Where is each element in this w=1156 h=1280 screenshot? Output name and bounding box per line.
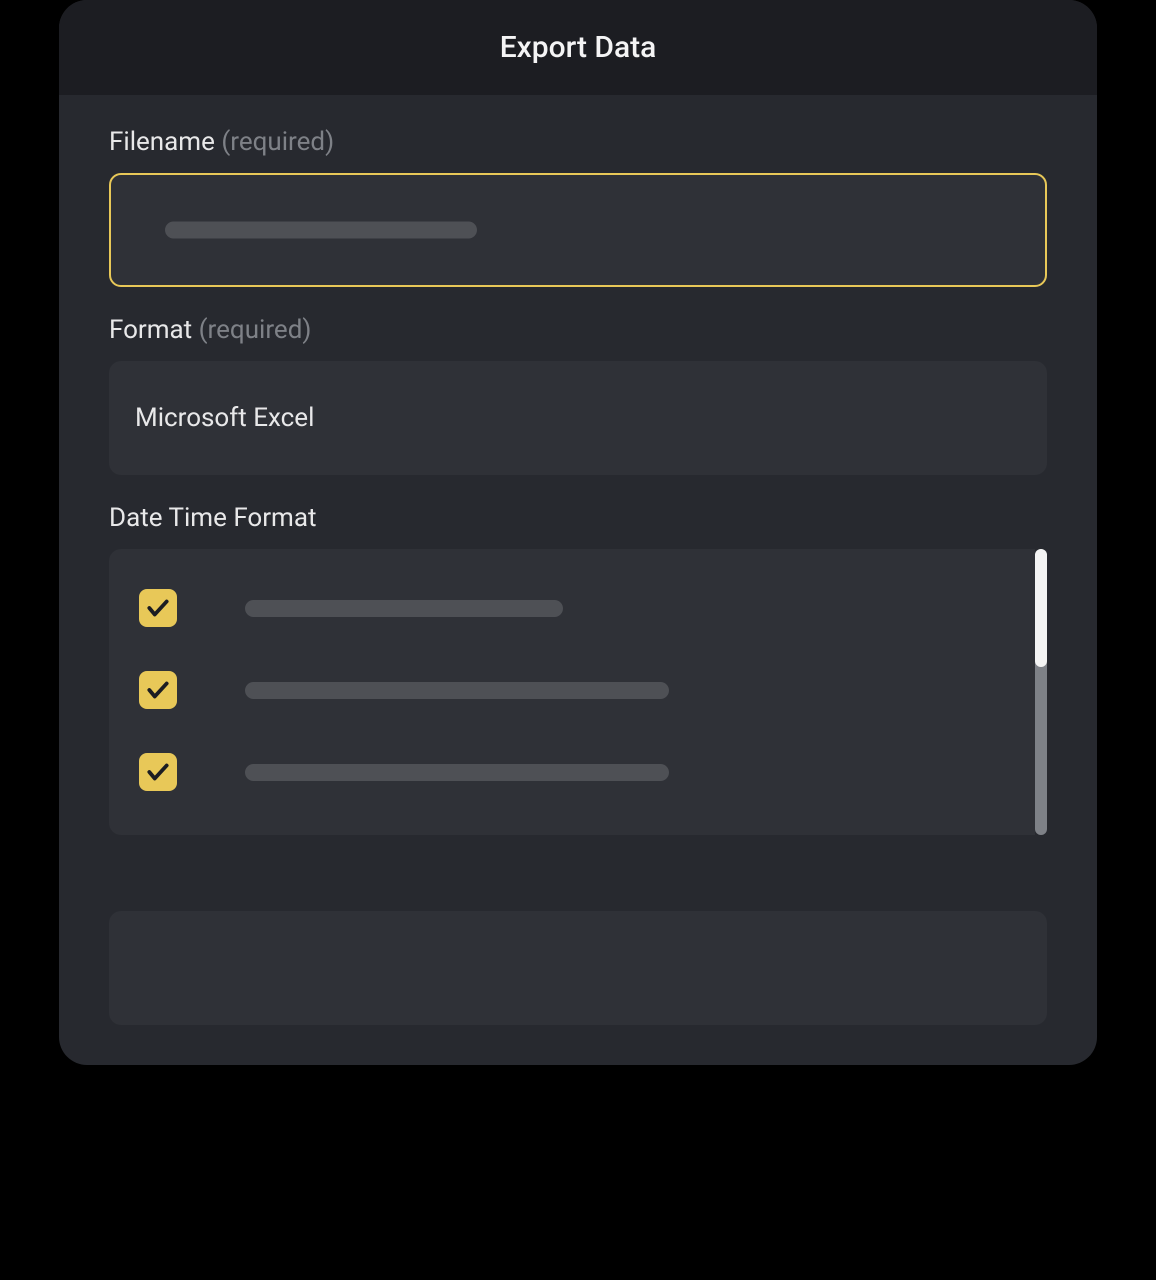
bottom-panel: [109, 911, 1047, 1025]
filename-input-wrapper: [109, 173, 1047, 287]
filename-label-text: Filename: [109, 127, 215, 157]
dialog-header: Export Data: [59, 0, 1097, 95]
format-label: Format (required): [109, 315, 1047, 345]
check-icon: [145, 677, 171, 703]
filename-group: Filename (required): [109, 127, 1047, 287]
format-selected-value: Microsoft Excel: [135, 403, 314, 433]
datetime-row-skeleton: [245, 764, 669, 781]
datetime-row: [139, 567, 1005, 649]
export-data-dialog: Export Data Filename (required) Format (…: [59, 0, 1097, 1065]
format-group: Format (required) Microsoft Excel: [109, 315, 1047, 475]
datetime-checkbox[interactable]: [139, 589, 177, 627]
dialog-title: Export Data: [59, 30, 1097, 65]
datetime-label: Date Time Format: [109, 503, 1047, 533]
datetime-list-wrapper: [109, 549, 1047, 835]
datetime-group: Date Time Format: [109, 503, 1047, 835]
check-icon: [145, 595, 171, 621]
filename-label: Filename (required): [109, 127, 1047, 157]
datetime-row-skeleton: [245, 682, 669, 699]
datetime-row: [139, 649, 1005, 731]
scrollbar-thumb[interactable]: [1035, 549, 1047, 667]
format-label-text: Format: [109, 315, 192, 345]
filename-placeholder-skeleton: [165, 222, 477, 239]
datetime-checkbox[interactable]: [139, 753, 177, 791]
format-required-text: (required): [199, 315, 312, 345]
datetime-row: [139, 731, 1005, 813]
dialog-body: Filename (required) Format (required) Mi…: [59, 95, 1097, 1065]
datetime-list[interactable]: [109, 549, 1035, 835]
filename-required-text: (required): [221, 127, 334, 157]
check-icon: [145, 759, 171, 785]
datetime-row-skeleton: [245, 600, 563, 617]
datetime-checkbox[interactable]: [139, 671, 177, 709]
scrollbar-track[interactable]: [1035, 549, 1047, 835]
format-select[interactable]: Microsoft Excel: [109, 361, 1047, 475]
